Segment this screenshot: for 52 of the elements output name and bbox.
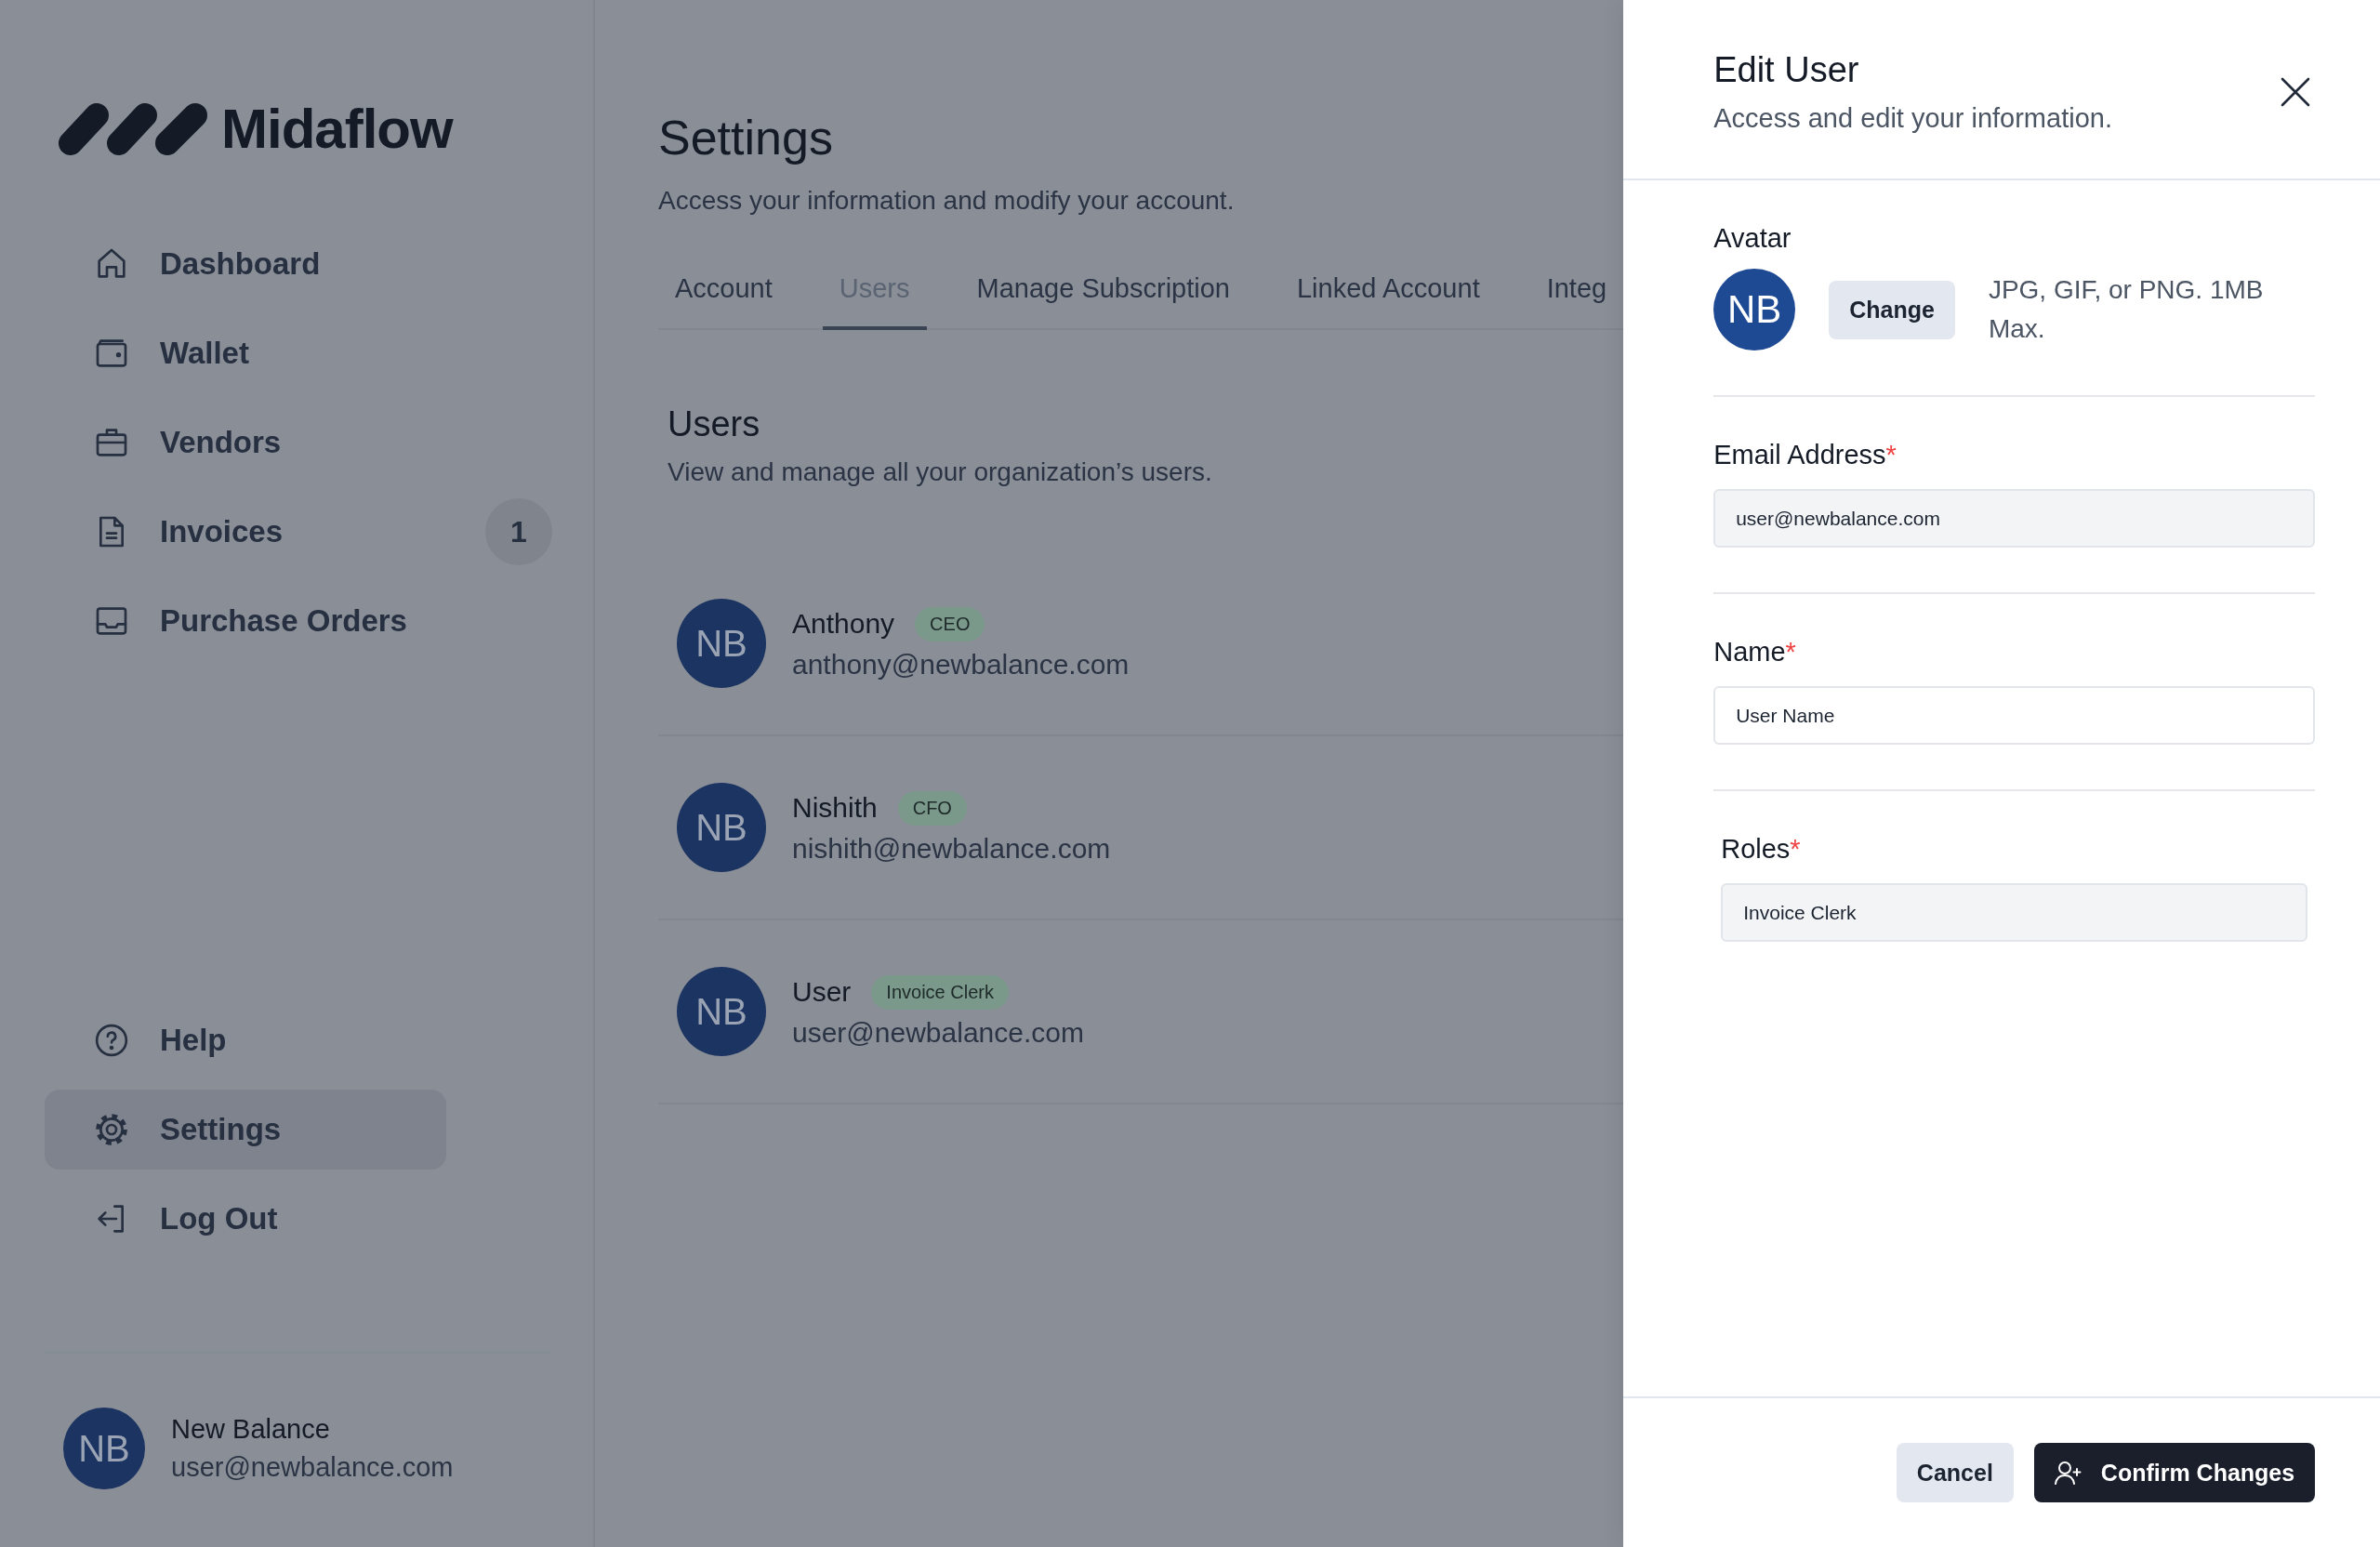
- tab[interactable]: Linked Account: [1280, 273, 1497, 330]
- nav-item[interactable]: Vendors: [45, 403, 552, 483]
- confirm-button[interactable]: Confirm Changes: [2033, 1443, 2316, 1502]
- user-email: user@newbalance.com: [792, 1016, 1084, 1049]
- required-mark: *: [1790, 834, 1801, 865]
- close-icon[interactable]: [2280, 76, 2312, 108]
- user-name: Nishith: [792, 792, 878, 824]
- user-email: nishith@newbalance.com: [792, 832, 1111, 865]
- file-hint: JPG, GIF, or PNG. 1MB Max.: [1988, 274, 2265, 345]
- field-label: Email Address: [1713, 440, 1886, 470]
- user-name: Anthony: [792, 608, 895, 640]
- count-badge: 1: [485, 498, 552, 565]
- user-avatar: NB: [677, 967, 766, 1056]
- field-label: Avatar: [1713, 223, 1792, 254]
- nav-item[interactable]: Purchase Orders: [45, 581, 552, 661]
- section-subtitle: View and manage all your organization’s users.: [668, 457, 1213, 487]
- page-title: Settings: [658, 110, 834, 165]
- role-tag: Invoice Clerk: [871, 974, 1009, 1010]
- required-mark: *: [1785, 637, 1796, 668]
- role-tag: CEO: [915, 606, 985, 641]
- field-label: Roles: [1721, 834, 1791, 865]
- logo-text: Midaflow: [221, 97, 453, 161]
- tab[interactable]: Manage Subscription: [959, 273, 1247, 330]
- nav-item[interactable]: Help: [45, 1000, 446, 1080]
- field-label: Name: [1713, 637, 1786, 668]
- user-name: User: [792, 976, 852, 1008]
- tab[interactable]: Account: [658, 273, 789, 330]
- help-icon: [93, 1022, 130, 1059]
- profile-email: user@newbalance.com: [171, 1452, 454, 1483]
- cancel-button[interactable]: Cancel: [1896, 1443, 2014, 1502]
- panel-title: Edit User: [1713, 50, 1860, 90]
- change-button[interactable]: Change: [1829, 280, 1955, 339]
- nav-item[interactable]: Dashboard: [45, 224, 552, 304]
- tab[interactable]: Integ: [1529, 273, 1624, 330]
- role-tag: CFO: [897, 790, 967, 826]
- panel-subtitle: Access and edit your information.: [1713, 103, 2112, 134]
- user-avatar: NB: [677, 599, 766, 688]
- required-mark: *: [1885, 440, 1897, 470]
- nav-item[interactable]: Wallet: [45, 313, 552, 393]
- nav-item[interactable]: Settings: [45, 1090, 446, 1170]
- settings-icon: [93, 1111, 130, 1148]
- user-email: anthony@newbalance.com: [792, 648, 1130, 681]
- profile-name: New Balance: [171, 1414, 331, 1445]
- section-title: Users: [668, 404, 761, 444]
- page-subtitle: Access your information and modify your account.: [658, 186, 1236, 216]
- nav-item[interactable]: Log Out: [45, 1179, 446, 1259]
- input-field[interactable]: User Name: [1713, 686, 2316, 745]
- user-avatar: NB: [1713, 269, 1796, 350]
- user-avatar: NB: [677, 783, 766, 872]
- add-user-icon: [2054, 1461, 2082, 1485]
- user-avatar: NB: [63, 1408, 145, 1489]
- nav-item[interactable]: Invoices 1: [45, 492, 552, 572]
